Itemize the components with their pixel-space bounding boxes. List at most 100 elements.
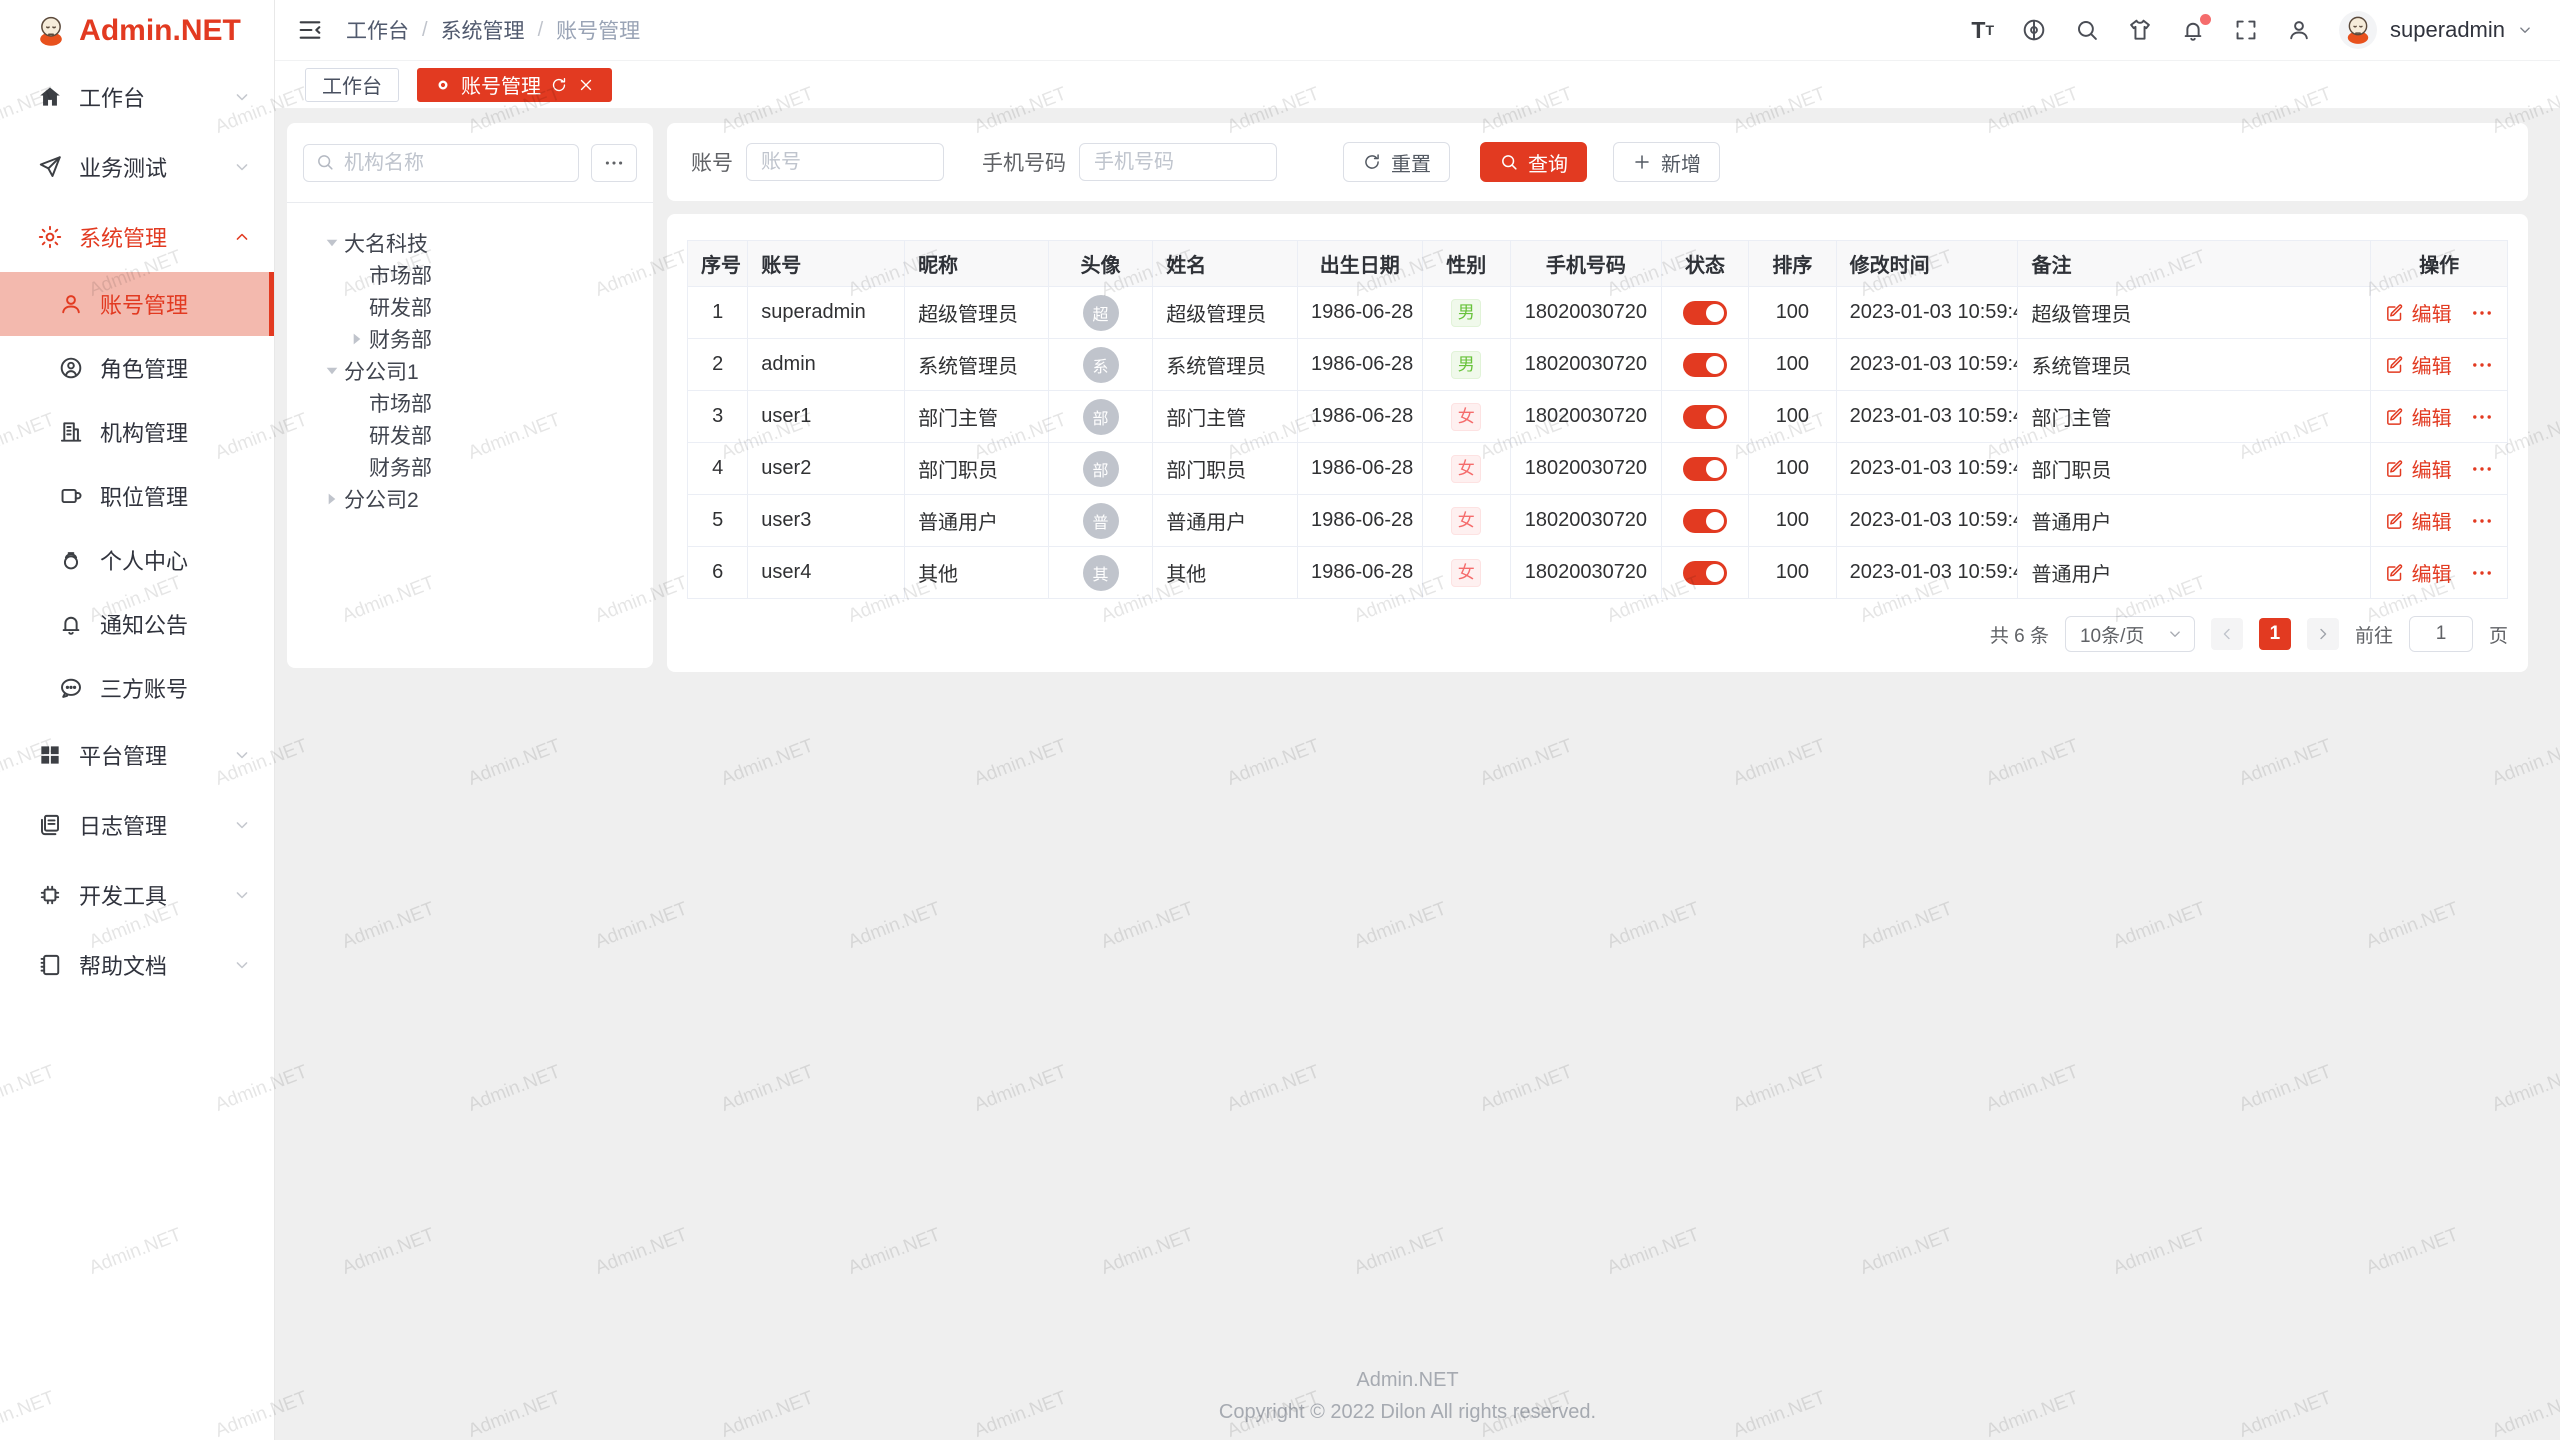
tree-node[interactable]: 研发部 xyxy=(287,291,653,323)
edit-button[interactable]: 编辑 xyxy=(2385,506,2452,535)
goto-page-input[interactable] xyxy=(2409,616,2473,652)
sidebar-item-label: 帮助文档 xyxy=(79,949,232,981)
org-search-input[interactable] xyxy=(303,144,579,182)
sidebar-item[interactable]: 工作台 xyxy=(0,62,274,132)
tab[interactable]: 工作台 xyxy=(305,68,399,102)
sidebar-item[interactable]: 系统管理 xyxy=(0,202,274,272)
sidebar-subitem[interactable]: 三方账号 xyxy=(0,656,274,720)
tree-node-label: 研发部 xyxy=(369,420,432,450)
edit-button[interactable]: 编辑 xyxy=(2385,350,2452,379)
phone-input[interactable] xyxy=(1079,143,1277,181)
breadcrumb-item[interactable]: 工作台 xyxy=(346,15,409,45)
caret-down-icon[interactable] xyxy=(321,360,343,382)
tree-node[interactable]: 财务部 xyxy=(287,323,653,355)
account-input[interactable] xyxy=(746,143,944,181)
notification-badge xyxy=(2200,14,2211,25)
prev-page-button[interactable] xyxy=(2211,618,2243,650)
caret-right-icon[interactable] xyxy=(321,488,343,510)
sidebar-item[interactable]: 业务测试 xyxy=(0,132,274,202)
tree-node[interactable]: 市场部 xyxy=(287,259,653,291)
edit-button[interactable]: 编辑 xyxy=(2385,298,2452,327)
caret-right-icon[interactable] xyxy=(346,328,368,350)
query-button[interactable]: 查询 xyxy=(1480,142,1587,182)
tree-node[interactable]: 分公司2 xyxy=(287,483,653,515)
sidebar: Admin.NET 工作台业务测试系统管理账号管理角色管理机构管理职位管理个人中… xyxy=(0,0,275,1440)
cell-nickname: 其他 xyxy=(905,547,1049,599)
tree-node[interactable]: 研发部 xyxy=(287,419,653,451)
menu-collapse-icon[interactable] xyxy=(296,16,324,44)
fullscreen-icon[interactable] xyxy=(2233,17,2259,43)
caret-down-icon[interactable] xyxy=(321,232,343,254)
sidebar-menu: 工作台业务测试系统管理账号管理角色管理机构管理职位管理个人中心通知公告三方账号平… xyxy=(0,62,274,1000)
column-header: 姓名 xyxy=(1153,241,1298,287)
user-avatar[interactable] xyxy=(2339,11,2377,49)
cell-time: 2023-01-03 10:59:44 xyxy=(1836,391,2018,443)
table-row: 6 user4 其他 其 其他 1986-06-28 女 18020030720… xyxy=(688,547,2508,599)
org-more-button[interactable] xyxy=(591,144,637,182)
reset-button[interactable]: 重置 xyxy=(1343,142,1450,182)
page-size-select[interactable]: 10条/页 xyxy=(2065,616,2195,652)
user-icon[interactable] xyxy=(2286,17,2312,43)
status-toggle[interactable] xyxy=(1683,301,1727,325)
tab-active[interactable]: 账号管理 xyxy=(417,68,612,102)
sidebar-subitem[interactable]: 通知公告 xyxy=(0,592,274,656)
sidebar-subitem[interactable]: 机构管理 xyxy=(0,400,274,464)
close-icon[interactable] xyxy=(577,76,595,94)
sidebar-item[interactable]: 开发工具 xyxy=(0,860,274,930)
cell-birth: 1986-06-28 xyxy=(1297,495,1422,547)
row-more-button[interactable] xyxy=(2470,353,2494,377)
cell-time: 2023-01-03 10:59:44 xyxy=(1836,547,2018,599)
status-toggle[interactable] xyxy=(1683,353,1727,377)
sidebar-subitem[interactable]: 职位管理 xyxy=(0,464,274,528)
status-toggle[interactable] xyxy=(1683,561,1727,585)
cell-ops: 编辑 xyxy=(2371,339,2508,391)
sidebar-item[interactable]: 平台管理 xyxy=(0,720,274,790)
username[interactable]: superadmin xyxy=(2390,17,2505,43)
refresh-icon[interactable] xyxy=(550,76,568,94)
arrow-left-icon xyxy=(2218,625,2236,643)
cell-birth: 1986-06-28 xyxy=(1297,547,1422,599)
chevron-down-icon[interactable] xyxy=(2516,21,2534,39)
row-more-button[interactable] xyxy=(2470,405,2494,429)
row-more-button[interactable] xyxy=(2470,509,2494,533)
tree-node[interactable]: 财务部 xyxy=(287,451,653,483)
status-toggle[interactable] xyxy=(1683,509,1727,533)
sidebar-subitem[interactable]: 角色管理 xyxy=(0,336,274,400)
edit-button[interactable]: 编辑 xyxy=(2385,558,2452,587)
tree-node[interactable]: 大名科技 xyxy=(287,227,653,259)
page-number-current[interactable]: 1 xyxy=(2259,618,2291,650)
bell-icon[interactable] xyxy=(2180,17,2206,43)
edit-button[interactable]: 编辑 xyxy=(2385,402,2452,431)
next-page-button[interactable] xyxy=(2307,618,2339,650)
sidebar-item[interactable]: 日志管理 xyxy=(0,790,274,860)
sidebar-subitem[interactable]: 个人中心 xyxy=(0,528,274,592)
tree-node[interactable]: 分公司1 xyxy=(287,355,653,387)
row-more-button[interactable] xyxy=(2470,457,2494,481)
row-more-button[interactable] xyxy=(2470,301,2494,325)
add-button[interactable]: 新增 xyxy=(1613,142,1720,182)
page-size-value: 10条/页 xyxy=(2080,621,2144,648)
cell-status xyxy=(1661,495,1748,547)
table-panel: 序号账号昵称头像姓名出生日期性别手机号码状态排序修改时间备注操作 1 super… xyxy=(667,214,2528,672)
column-header: 出生日期 xyxy=(1297,241,1422,287)
sidebar-item[interactable]: 帮助文档 xyxy=(0,930,274,1000)
theme-icon[interactable] xyxy=(2127,17,2153,43)
status-toggle[interactable] xyxy=(1683,405,1727,429)
sidebar-subitem[interactable]: 账号管理 xyxy=(0,272,274,336)
cell-time: 2023-01-03 10:59:44 xyxy=(1836,495,2018,547)
goto-label: 前往 xyxy=(2355,621,2393,648)
language-icon[interactable] xyxy=(2021,17,2047,43)
status-toggle[interactable] xyxy=(1683,457,1727,481)
row-more-button[interactable] xyxy=(2470,561,2494,585)
edit-button[interactable]: 编辑 xyxy=(2385,454,2452,483)
breadcrumb-item[interactable]: 系统管理 xyxy=(441,15,525,45)
column-header: 操作 xyxy=(2371,241,2508,287)
cell-remark: 普通用户 xyxy=(2018,495,2371,547)
gender-tag: 女 xyxy=(1451,403,1481,431)
font-size-icon[interactable]: TT xyxy=(1971,17,1994,43)
tree-node[interactable]: 市场部 xyxy=(287,387,653,419)
topbar-actions: TT superadmin xyxy=(1971,11,2534,49)
tree-node-label: 大名科技 xyxy=(344,228,428,258)
search-icon[interactable] xyxy=(2074,17,2100,43)
breadcrumb-item: 账号管理 xyxy=(556,15,640,45)
